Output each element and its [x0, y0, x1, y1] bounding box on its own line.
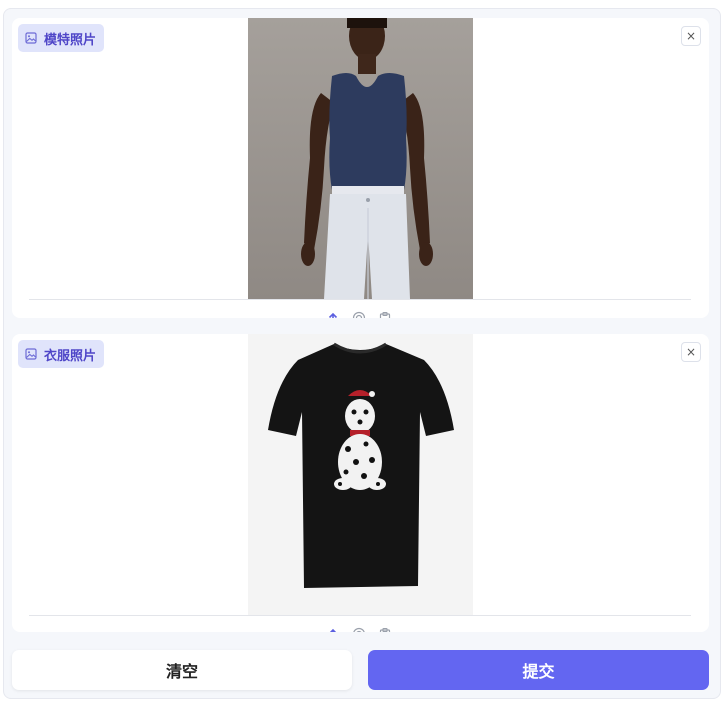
model-photo-label-text: 模特照片	[44, 32, 97, 48]
clothes-photo-label: 衣服照片	[18, 340, 105, 368]
clipboard-icon[interactable]	[378, 310, 392, 318]
image-icon	[25, 348, 37, 360]
clear-button-label: 清空	[165, 662, 198, 681]
upload-icon[interactable]	[326, 310, 340, 318]
clothes-image-panel[interactable]: 衣服照片 ×	[12, 334, 709, 632]
model-photo	[248, 18, 473, 299]
webcam-icon[interactable]	[352, 310, 366, 318]
submit-button[interactable]: 提交	[368, 650, 709, 690]
close-icon: ×	[685, 29, 697, 43]
model-source-toolbar	[326, 310, 392, 318]
clothes-panel-divider	[29, 615, 691, 616]
model-photo-label: 模特照片	[18, 24, 105, 52]
model-person-illustration	[301, 18, 433, 299]
close-icon: ×	[685, 345, 697, 359]
clothes-photo	[248, 334, 473, 615]
model-image-panel[interactable]: 模特照片 ×	[12, 18, 709, 318]
model-close-button[interactable]: ×	[681, 26, 701, 46]
clothes-photo-label-text: 衣服照片	[44, 348, 97, 364]
webcam-icon[interactable]	[352, 626, 366, 632]
upload-icon[interactable]	[326, 626, 340, 632]
submit-button-label: 提交	[522, 662, 555, 681]
clothes-close-button[interactable]: ×	[681, 342, 701, 362]
image-icon	[25, 32, 37, 44]
clothes-source-toolbar	[326, 626, 392, 632]
clipboard-icon[interactable]	[378, 626, 392, 632]
model-panel-divider	[29, 299, 691, 300]
clear-button[interactable]: 清空	[12, 650, 352, 690]
tshirt-illustration	[268, 342, 454, 588]
